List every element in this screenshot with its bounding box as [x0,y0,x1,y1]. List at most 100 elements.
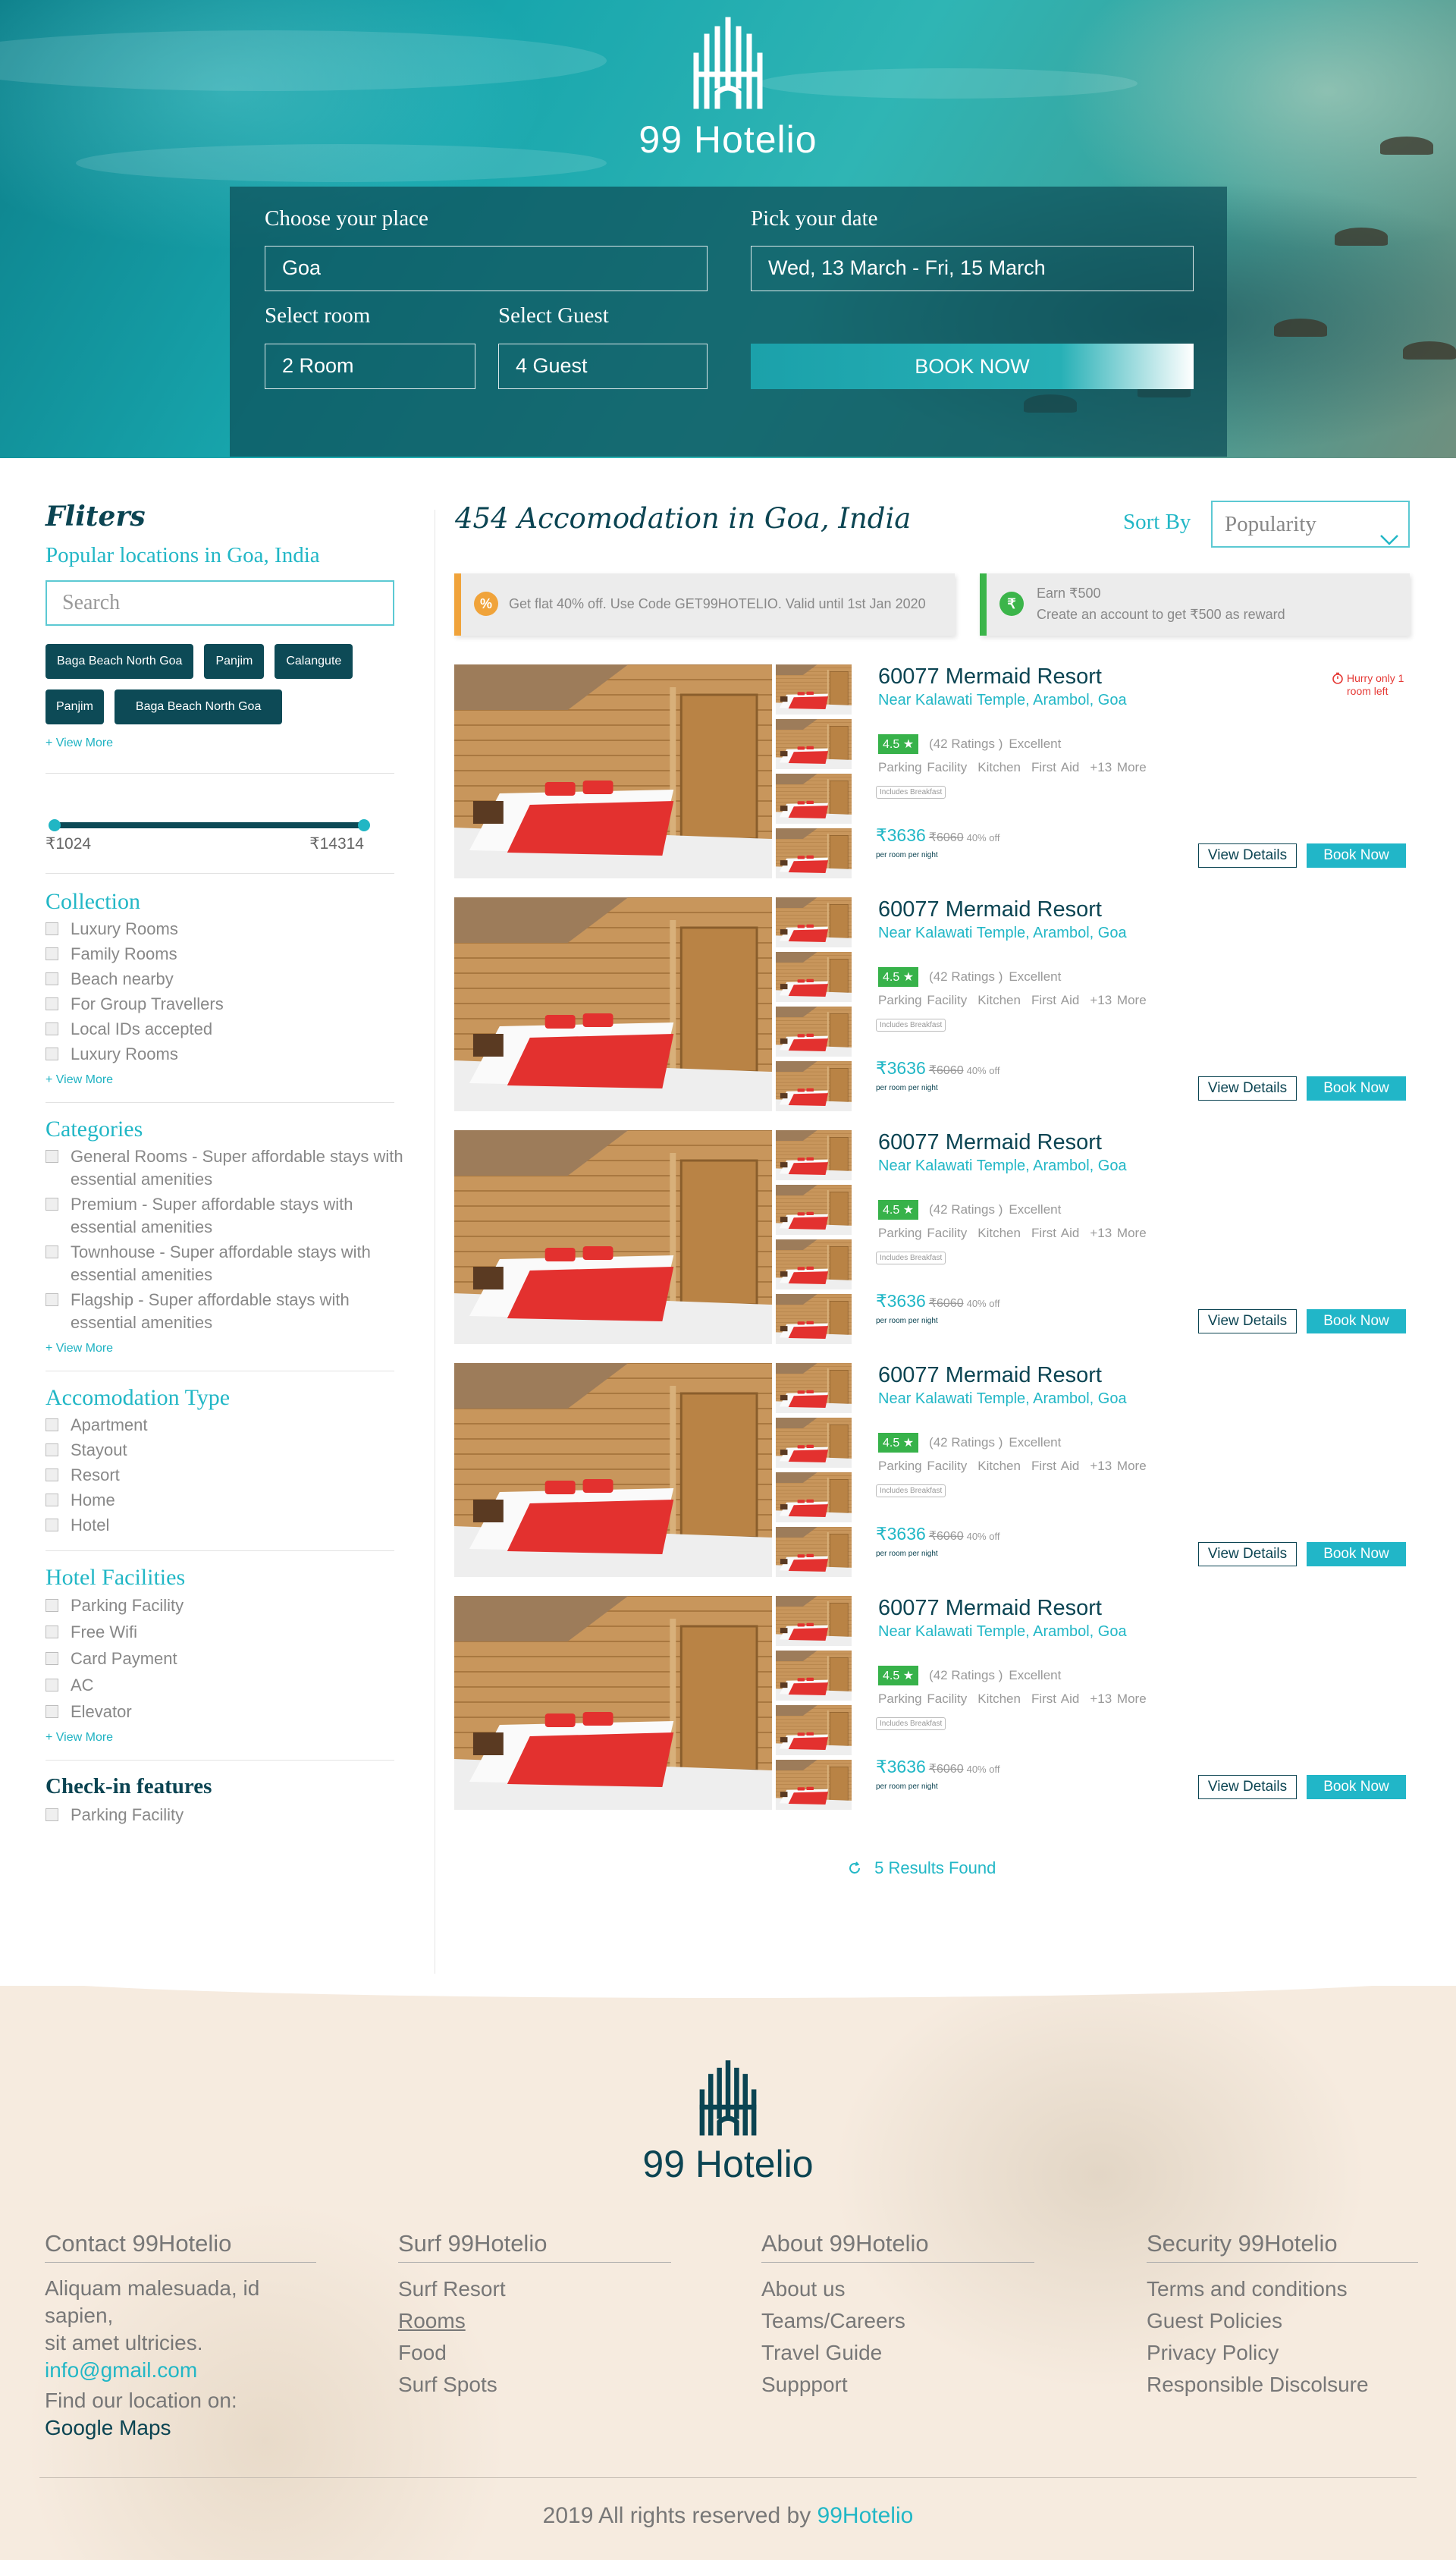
category-checkbox[interactable]: General Rooms - Super affordable stays w… [46,1145,410,1191]
price-max-handle[interactable] [358,819,370,831]
book-now-button[interactable]: Book Now [1307,1775,1406,1799]
accommodation-checkbox[interactable]: Home [46,1489,402,1512]
checkbox-box[interactable] [46,1705,58,1718]
google-maps-link[interactable]: Google Maps [45,2414,316,2442]
accommodation-checkbox[interactable]: Apartment [46,1414,402,1437]
checkbox-box[interactable] [46,1198,58,1211]
hotel-thumbnail[interactable] [776,1061,852,1111]
hotel-name[interactable]: 60077 Mermaid Resort [878,897,1102,922]
location-tag[interactable]: Baga Beach North Goa [46,644,194,679]
collection-checkbox[interactable]: Local IDs accepted [46,1018,402,1041]
checkbox-box[interactable] [46,1245,58,1258]
view-details-button[interactable]: View Details [1198,1542,1297,1566]
categories-view-more-link[interactable]: + View More [46,1342,402,1355]
hotel-main-photo[interactable] [454,1130,772,1344]
collection-checkbox[interactable]: For Group Travellers [46,993,402,1016]
hotel-thumbnail[interactable] [776,1185,852,1235]
checkbox-box[interactable] [46,1468,58,1481]
footer-link[interactable]: Suppport [761,2369,1034,2401]
hotel-thumbnail[interactable] [776,774,852,824]
location-tag[interactable]: Panjim [204,644,265,679]
facility-checkbox[interactable]: Card Payment [46,1648,402,1670]
footer-link[interactable]: About us [761,2273,1034,2305]
hotel-thumbnail[interactable] [776,1527,852,1577]
footer-link[interactable]: Surf Spots [398,2369,671,2401]
checkbox-box[interactable] [46,997,58,1010]
collection-checkbox[interactable]: Luxury Rooms [46,918,402,941]
footer-link[interactable]: Responsible Discolsure [1147,2369,1418,2401]
footer-link[interactable]: Rooms [398,2305,671,2337]
checkbox-box[interactable] [46,972,58,985]
checkbox-box[interactable] [46,1626,58,1638]
hotel-thumbnail[interactable] [776,719,852,769]
location-tag[interactable]: Calangute [275,644,353,679]
view-details-button[interactable]: View Details [1198,1076,1297,1101]
hotel-thumbnail[interactable] [776,1418,852,1468]
checkbox-box[interactable] [46,1048,58,1060]
facility-checkbox[interactable]: AC [46,1674,402,1697]
book-now-button[interactable]: BOOK NOW [751,344,1194,389]
hotel-name[interactable]: 60077 Mermaid Resort [878,1363,1102,1388]
location-tag[interactable]: Panjim [46,689,104,724]
hotel-name[interactable]: 60077 Mermaid Resort [878,1130,1102,1155]
hotel-thumbnail[interactable] [776,1130,852,1180]
checkbox-box[interactable] [46,1599,58,1612]
hotel-thumbnail[interactable] [776,1007,852,1057]
checkbox-box[interactable] [46,1808,58,1821]
hotel-name[interactable]: 60077 Mermaid Resort [878,664,1102,689]
place-input[interactable]: Goa [265,246,708,291]
copyright-brand-link[interactable]: 99Hotelio [817,2503,914,2528]
hotel-thumbnail[interactable] [776,952,852,1002]
view-details-button[interactable]: View Details [1198,1309,1297,1333]
hotel-thumbnail[interactable] [776,1705,852,1755]
facility-checkbox[interactable]: Elevator [46,1701,402,1723]
hotel-main-photo[interactable] [454,1596,772,1810]
hotel-thumbnail[interactable] [776,1651,852,1701]
checkbox-box[interactable] [46,1679,58,1691]
checkbox-box[interactable] [46,1293,58,1306]
collection-checkbox[interactable]: Family Rooms [46,943,402,966]
footer-link[interactable]: Terms and conditions [1147,2273,1418,2305]
book-now-button[interactable]: Book Now [1307,843,1406,868]
locations-view-more-link[interactable]: + View More [46,737,402,750]
checkbox-box[interactable] [46,1652,58,1665]
accommodation-checkbox[interactable]: Stayout [46,1439,402,1462]
hotel-main-photo[interactable] [454,1363,772,1577]
checkbox-box[interactable] [46,1494,58,1506]
hotel-thumbnail[interactable] [776,1363,852,1413]
book-now-button[interactable]: Book Now [1307,1076,1406,1101]
hotel-thumbnail[interactable] [776,828,852,878]
contact-email-link[interactable]: info@gmail.com [45,2357,316,2384]
checkbox-box[interactable] [46,922,58,935]
checkbox-box[interactable] [46,947,58,960]
facility-checkbox[interactable]: Free Wifi [46,1621,402,1644]
hotel-main-photo[interactable] [454,664,772,878]
accommodation-checkbox[interactable]: Resort [46,1464,402,1487]
hotel-thumbnail[interactable] [776,1239,852,1289]
hotel-thumbnail[interactable] [776,897,852,947]
price-range-slider[interactable] [49,819,370,831]
checkbox-box[interactable] [46,1150,58,1163]
footer-link[interactable]: Surf Resort [398,2273,671,2305]
hotel-thumbnail[interactable] [776,1760,852,1810]
footer-link[interactable]: Food [398,2337,671,2369]
hotel-main-photo[interactable] [454,897,772,1111]
guest-select[interactable]: 4 Guest [498,344,708,389]
collection-view-more-link[interactable]: + View More [46,1073,402,1087]
checkbox-box[interactable] [46,1443,58,1456]
hotel-thumbnail[interactable] [776,1294,852,1344]
book-now-button[interactable]: Book Now [1307,1542,1406,1566]
date-input[interactable]: Wed, 13 March - Fri, 15 March [751,246,1194,291]
footer-link[interactable]: Privacy Policy [1147,2337,1418,2369]
checkbox-box[interactable] [46,1519,58,1531]
hotel-thumbnail[interactable] [776,1472,852,1522]
location-tag[interactable]: Baga Beach North Goa [114,689,283,724]
facilities-view-more-link[interactable]: + View More [46,1731,402,1745]
category-checkbox[interactable]: Flagship - Super affordable stays with e… [46,1289,410,1334]
facility-checkbox[interactable]: Parking Facility [46,1594,402,1617]
location-search-input[interactable]: Search [46,580,394,626]
hotel-name[interactable]: 60077 Mermaid Resort [878,1596,1102,1621]
accommodation-checkbox[interactable]: Hotel [46,1514,402,1537]
footer-link[interactable]: Travel Guide [761,2337,1034,2369]
sort-select[interactable]: Popularity [1211,501,1410,548]
